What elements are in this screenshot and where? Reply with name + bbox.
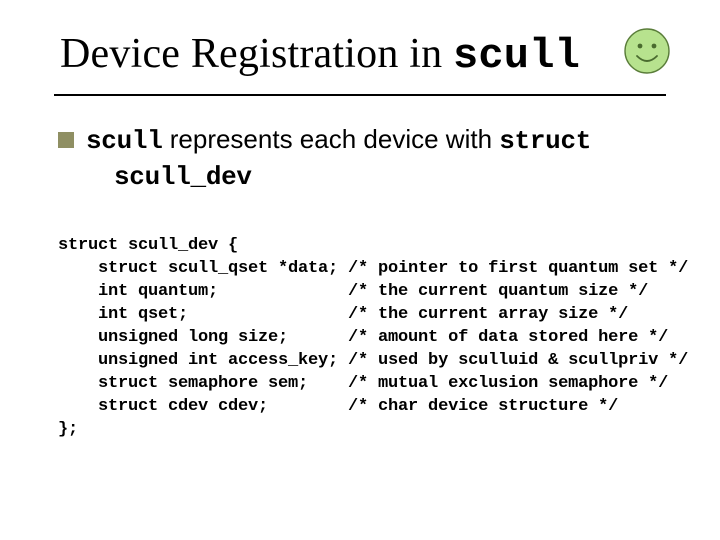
bullet-icon	[58, 132, 74, 148]
code-line: int quantum; /* the current quantum size…	[58, 282, 648, 301]
bullet-item: scull represents each device with struct…	[58, 124, 672, 193]
slide: Device Registration in scull scull repre…	[0, 0, 720, 540]
code-line: unsigned long size; /* amount of data st…	[58, 328, 668, 347]
code-line: int qset; /* the current array size */	[58, 305, 628, 324]
code-block: struct scull_dev { struct scull_qset *da…	[58, 235, 672, 441]
title-underline	[54, 94, 666, 96]
slide-title: Device Registration in scull	[60, 30, 580, 80]
code-line: struct semaphore sem; /* mutual exclusio…	[58, 374, 668, 393]
title-row: Device Registration in scull	[60, 30, 672, 80]
bullet-line2-mono: scull_dev	[114, 162, 252, 192]
bullet-line2: scull_dev	[114, 160, 672, 194]
bullet-mid: represents each device with	[163, 124, 500, 154]
code-line: unsigned int access_key; /* used by scul…	[58, 351, 688, 370]
code-line: struct scull_qset *data; /* pointer to f…	[58, 259, 688, 278]
title-prefix: Device Registration in	[60, 31, 453, 77]
code-line: };	[58, 420, 78, 439]
code-line: struct cdev cdev; /* char device structu…	[58, 397, 618, 416]
smiley-icon	[622, 26, 672, 76]
bullet-lead-mono: scull	[86, 126, 163, 156]
title-mono: scull	[453, 32, 580, 80]
bullet-text: scull represents each device with struct…	[86, 124, 672, 193]
code-line: struct scull_dev {	[58, 236, 238, 255]
bullet-tail-mono: struct	[499, 126, 591, 156]
